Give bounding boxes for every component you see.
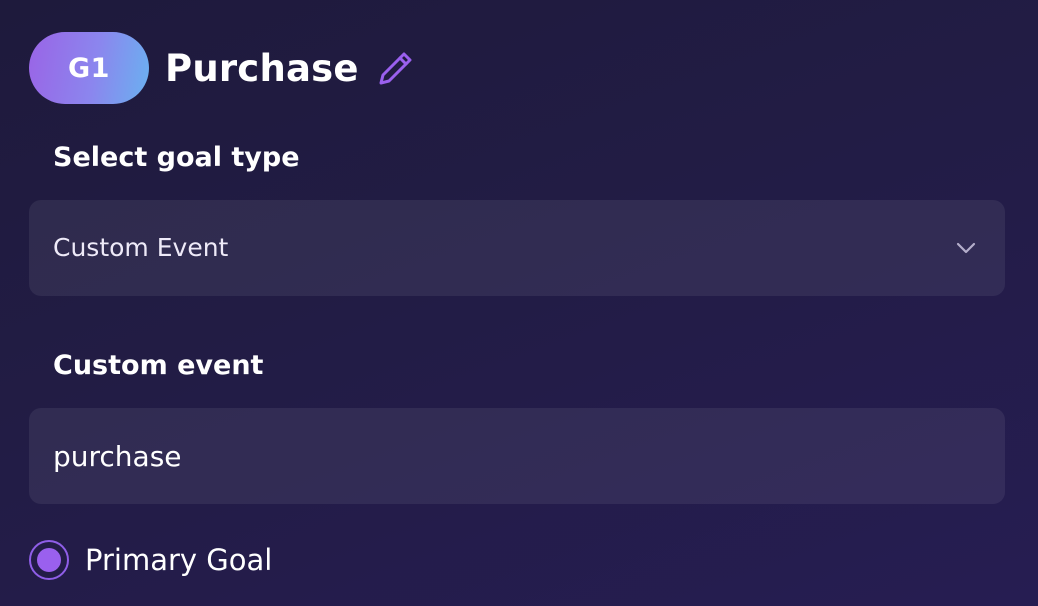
chevron-down-icon [955,238,977,258]
goal-type-label: Select goal type [53,142,300,173]
goal-badge: G1 [29,32,149,104]
primary-goal-radio[interactable]: Primary Goal [29,540,272,580]
custom-event-label: Custom event [53,350,264,381]
custom-event-input[interactable] [29,408,1005,504]
radio-button[interactable] [29,540,69,580]
radio-selected-dot [37,548,61,572]
goal-header: G1 Purchase [29,32,415,104]
goal-title: Purchase [165,46,359,90]
primary-goal-label: Primary Goal [85,543,273,577]
goal-type-select[interactable]: Custom Event [29,200,1005,296]
pencil-icon[interactable] [377,49,415,87]
goal-type-value: Custom Event [53,233,229,262]
